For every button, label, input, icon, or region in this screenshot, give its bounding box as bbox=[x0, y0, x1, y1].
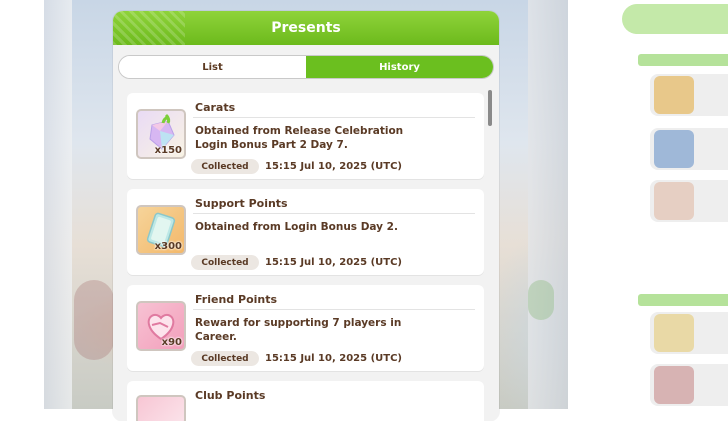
item-description: Reward for supporting 7 players in Caree… bbox=[195, 317, 402, 343]
side-menu-tag bbox=[638, 294, 728, 306]
backdrop-pillar bbox=[44, 0, 72, 409]
item-timestamp: 15:15 Jul 10, 2025 (UTC) bbox=[265, 257, 402, 268]
dialog-header: Presents bbox=[113, 11, 499, 45]
side-menu-blurred bbox=[612, 0, 728, 409]
carat-icon: x150 bbox=[136, 109, 186, 159]
item-timestamp: 15:15 Jul 10, 2025 (UTC) bbox=[265, 161, 402, 172]
side-menu-tile bbox=[654, 130, 694, 168]
item-divider bbox=[193, 213, 475, 214]
club-point-icon bbox=[136, 395, 186, 421]
side-menu-tile bbox=[654, 182, 694, 220]
item-quantity: x150 bbox=[154, 145, 182, 156]
scrollbar[interactable] bbox=[488, 90, 492, 126]
status-badge: Collected bbox=[191, 159, 259, 174]
dialog-title: Presents bbox=[271, 20, 341, 36]
status-badge: Collected bbox=[191, 351, 259, 366]
presents-dialog: Presents List History x150 Carats Obtain… bbox=[113, 11, 499, 421]
item-title: Club Points bbox=[195, 389, 266, 402]
support-point-ticket-icon: x300 bbox=[136, 205, 186, 255]
item-description: Obtained from Login Bonus Day 2. bbox=[195, 221, 398, 233]
tab-bar: List History bbox=[119, 56, 493, 78]
backdrop-pillar bbox=[528, 0, 568, 409]
list-item: x90 Friend Points Reward for supporting … bbox=[127, 285, 484, 371]
backdrop-character bbox=[74, 280, 114, 360]
side-menu-button bbox=[622, 4, 728, 34]
header-decoration bbox=[113, 11, 185, 45]
item-divider bbox=[193, 309, 475, 310]
handshake-heart-icon: x90 bbox=[136, 301, 186, 351]
item-quantity: x300 bbox=[154, 241, 182, 252]
backdrop-character bbox=[528, 280, 554, 320]
list-item: x300 Support Points Obtained from Login … bbox=[127, 189, 484, 275]
tab-list[interactable]: List bbox=[119, 56, 306, 78]
item-title: Friend Points bbox=[195, 293, 278, 306]
side-menu-tag bbox=[638, 54, 728, 66]
item-title: Carats bbox=[195, 101, 236, 114]
side-menu-tile bbox=[654, 366, 694, 404]
status-badge: Collected bbox=[191, 255, 259, 270]
list-item: x150 Carats Obtained from Release Celebr… bbox=[127, 93, 484, 179]
list-item: Club Points bbox=[127, 381, 484, 421]
item-description: Obtained from Release Celebration Login … bbox=[195, 125, 404, 151]
item-divider bbox=[193, 117, 475, 118]
side-menu-tile bbox=[654, 76, 694, 114]
item-quantity: x90 bbox=[161, 337, 182, 348]
side-menu-tile bbox=[654, 314, 694, 352]
item-title: Support Points bbox=[195, 197, 288, 210]
item-timestamp: 15:15 Jul 10, 2025 (UTC) bbox=[265, 353, 402, 364]
tab-history[interactable]: History bbox=[306, 56, 493, 78]
history-list[interactable]: x150 Carats Obtained from Release Celebr… bbox=[127, 93, 486, 421]
